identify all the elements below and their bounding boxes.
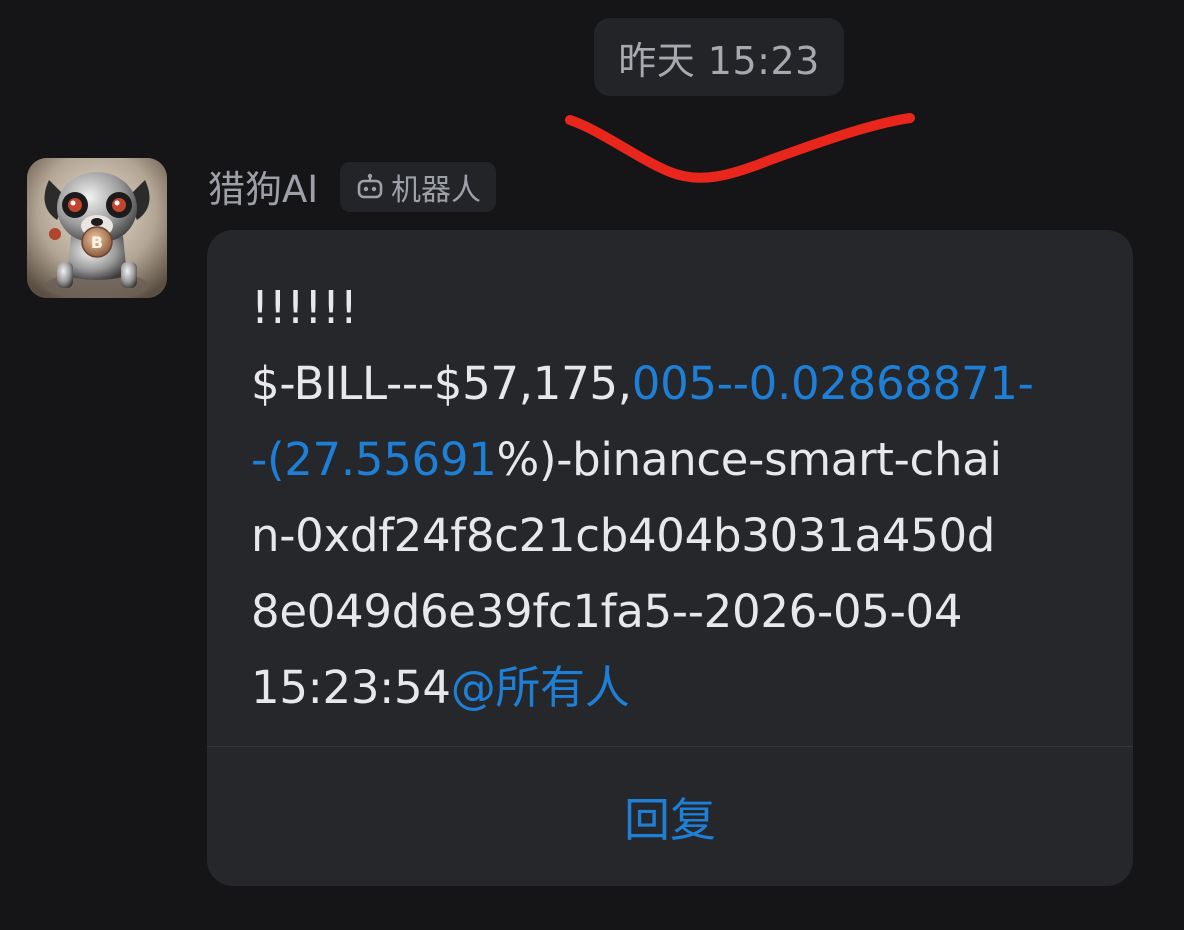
number-link[interactable]: 005--0.02868871- xyxy=(632,357,1034,410)
robot-dog-avatar-icon: B xyxy=(27,158,167,298)
bot-badge: 机器人 xyxy=(340,162,496,212)
reply-button[interactable]: 回复 xyxy=(207,747,1133,886)
text-segment: n-0xdf24f8c21cb404b3031a450d xyxy=(251,509,996,562)
message-text[interactable]: !!!!!! $-BILL---$57,175,005--0.02868871-… xyxy=(251,270,1111,726)
message-bubble[interactable]: !!!!!! $-BILL---$57,175,005--0.02868871-… xyxy=(207,230,1133,886)
message-line: $-BILL---$57,175,005--0.02868871- xyxy=(251,346,1111,422)
avatar[interactable]: B xyxy=(27,158,167,298)
chat-screen: 昨天 15:23 B 猎狗AI 机器人 !!!!!! $-BILL---$57,… xyxy=(0,0,1184,930)
text-segment: 8e049d6e39fc1fa5--2026-05-04 xyxy=(251,585,963,638)
text-segment: %)-binance-smart-chai xyxy=(496,433,1002,486)
text-segment: !!!!!! xyxy=(251,281,358,334)
text-segment: 15:23:54 xyxy=(251,661,451,714)
mention-all-link[interactable]: @所有人 xyxy=(451,661,630,714)
bot-badge-label: 机器人 xyxy=(391,173,481,208)
red-annotation-stroke xyxy=(565,113,915,183)
timestamp-label: 昨天 15:23 xyxy=(618,38,820,83)
robot-icon xyxy=(357,173,383,199)
text-segment: $-BILL---$57,175, xyxy=(251,357,632,410)
date-separator: 昨天 15:23 xyxy=(594,18,844,96)
message-line: 8e049d6e39fc1fa5--2026-05-04 xyxy=(251,574,1111,650)
message-line: n-0xdf24f8c21cb404b3031a450d xyxy=(251,498,1111,574)
message-line: !!!!!! xyxy=(251,270,1111,346)
sender-name[interactable]: 猎狗AI xyxy=(208,160,318,212)
message-line: 15:23:54@所有人 xyxy=(251,650,1111,726)
message-line: -(27.55691%)-binance-smart-chai xyxy=(251,422,1111,498)
number-link[interactable]: -(27.55691 xyxy=(251,433,497,486)
red-underline-path xyxy=(565,113,915,183)
svg-text:B: B xyxy=(91,233,103,252)
